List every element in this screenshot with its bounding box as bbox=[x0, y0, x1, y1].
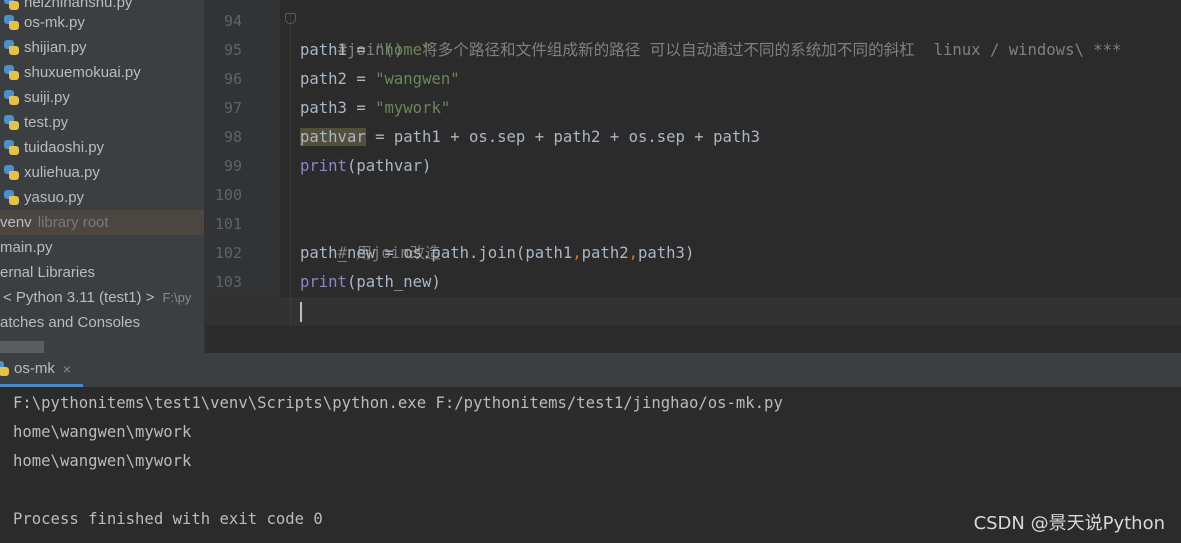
highlighted-variable: pathvar bbox=[300, 128, 366, 146]
expression: path_new = os.path.join(path1 bbox=[300, 244, 573, 262]
run-tool-window-header: os-mk × bbox=[0, 353, 1181, 387]
current-line-highlight bbox=[206, 297, 1181, 326]
string-literal: "wangwen" bbox=[375, 70, 460, 88]
code-editor[interactable]: #join() 将多个路径和文件组成新的路径 可以自动通过不同的系统加不同的斜杠… bbox=[206, 0, 1181, 353]
tree-item-label: xuliehua.py bbox=[24, 164, 100, 181]
python-file-icon bbox=[4, 139, 19, 156]
tree-item-label: tuidaoshi.py bbox=[24, 139, 105, 156]
library-root-hint: library root bbox=[37, 214, 109, 231]
tree-item-label: shijian.py bbox=[24, 39, 87, 56]
operator: = bbox=[346, 41, 376, 59]
console-line: home\wangwen\mywork bbox=[13, 452, 192, 470]
code-line-98[interactable]: pathvar = path1 + os.sep + path2 + os.se… bbox=[300, 123, 760, 152]
python-file-icon bbox=[4, 39, 19, 56]
console-line: home\wangwen\mywork bbox=[13, 423, 192, 441]
tree-item-label: yasuo.py bbox=[24, 189, 85, 206]
line-number: 97 bbox=[223, 99, 242, 117]
tree-item-main[interactable]: main.py bbox=[0, 235, 204, 260]
python-file-icon bbox=[4, 164, 19, 181]
variable: path3 bbox=[300, 99, 347, 117]
code-line-95[interactable]: path1 = "home" bbox=[300, 36, 431, 65]
operator: = bbox=[346, 99, 376, 117]
tree-item-python-sdk[interactable]: < Python 3.11 (test1) > F:\py bbox=[0, 285, 204, 310]
tree-item-label: suiji.py bbox=[24, 89, 70, 106]
tree-item-xuliehua[interactable]: xuliehua.py bbox=[0, 160, 204, 185]
run-tab-label: os-mk bbox=[14, 360, 55, 377]
code-line-103[interactable]: print(path_new) bbox=[300, 268, 441, 297]
code-line-97[interactable]: path3 = "mywork" bbox=[300, 94, 450, 123]
tree-item-scratches[interactable]: atches and Consoles bbox=[0, 310, 204, 335]
line-number: 101 bbox=[214, 215, 242, 233]
tree-item-shuxuemokuai[interactable]: shuxuemokuai.py bbox=[0, 60, 204, 85]
line-number: 99 bbox=[223, 157, 242, 175]
line-number: 103 bbox=[214, 273, 242, 291]
line-number: 100 bbox=[214, 186, 242, 204]
close-icon[interactable]: × bbox=[63, 361, 71, 377]
python-file-icon bbox=[4, 189, 19, 206]
line-number: 102 bbox=[214, 244, 242, 262]
tree-item-yasuo[interactable]: yasuo.py bbox=[0, 185, 204, 210]
tree-item-shijian[interactable]: shijian.py bbox=[0, 35, 204, 60]
tree-item-external-libraries[interactable]: ernal Libraries bbox=[0, 260, 204, 285]
tree-item-label: atches and Consoles bbox=[0, 314, 141, 331]
line-number: 94 bbox=[223, 12, 242, 30]
watermark: CSDN @景天说Python bbox=[973, 513, 1165, 534]
editor-bottom-area bbox=[206, 326, 1181, 353]
call-args: (path_new) bbox=[346, 273, 441, 291]
line-number: 95 bbox=[223, 41, 242, 59]
comma: , bbox=[572, 244, 582, 262]
variable: path1 bbox=[300, 41, 347, 59]
code-line-96[interactable]: path2 = "wangwen" bbox=[300, 65, 460, 94]
line-number: 98 bbox=[223, 128, 242, 146]
call-args: (pathvar) bbox=[346, 157, 432, 175]
code-line-99[interactable]: print(pathvar) bbox=[300, 152, 431, 181]
console-line: F:\pythonitems\test1\venv\Scripts\python… bbox=[13, 394, 783, 412]
operator: = bbox=[346, 70, 376, 88]
tree-item-test[interactable]: test.py bbox=[0, 110, 204, 135]
tree-item-os-mk[interactable]: os-mk.py bbox=[0, 10, 204, 35]
tree-item-label: venv bbox=[0, 214, 32, 231]
expression: = path1 + os.sep + path2 + os.sep + path… bbox=[365, 128, 761, 146]
python-file-icon bbox=[4, 114, 19, 131]
project-tree: heizhinanshu.py os-mk.py shijian.py shux… bbox=[0, 0, 204, 353]
string-literal: "home" bbox=[375, 41, 432, 59]
line-number: 96 bbox=[223, 70, 242, 88]
python-file-icon bbox=[4, 14, 19, 31]
code-line-102[interactable]: path_new = os.path.join(path1,path2,path… bbox=[300, 239, 694, 268]
sdk-path: F:\py bbox=[162, 290, 192, 305]
variable: path2 bbox=[300, 70, 347, 88]
tree-item-label: < Python 3.11 (test1) > bbox=[3, 289, 155, 306]
comma: , bbox=[628, 244, 638, 262]
tree-item-label: main.py bbox=[0, 239, 53, 256]
tree-item-label: shuxuemokuai.py bbox=[24, 64, 141, 81]
comment: #join() 将多个路径和文件组成新的路径 可以自动通过不同的系统加不同的斜杠… bbox=[337, 41, 1122, 59]
builtin-function: print bbox=[300, 157, 347, 175]
string-literal: "mywork" bbox=[375, 99, 451, 117]
tree-item-tuidaoshi[interactable]: tuidaoshi.py bbox=[0, 135, 204, 160]
console-line: Process finished with exit code 0 bbox=[13, 510, 323, 528]
fold-icon[interactable] bbox=[285, 13, 296, 24]
python-file-icon bbox=[4, 64, 19, 81]
python-file-icon bbox=[0, 360, 9, 377]
python-file-icon bbox=[4, 89, 19, 106]
tree-item-label: ernal Libraries bbox=[0, 264, 96, 281]
tree-item-label: os-mk.py bbox=[24, 14, 85, 31]
code-line-94[interactable]: #join() 将多个路径和文件组成新的路径 可以自动通过不同的系统加不同的斜杠… bbox=[300, 7, 1122, 59]
code-line-101[interactable]: # 用join改造 bbox=[300, 210, 441, 262]
tree-item-venv[interactable]: venv library root bbox=[0, 210, 204, 235]
argument: path3) bbox=[638, 244, 695, 262]
argument: path2 bbox=[581, 244, 629, 262]
run-tab-os-mk[interactable]: os-mk × bbox=[0, 353, 84, 387]
builtin-function: print bbox=[300, 273, 347, 291]
indent-guide bbox=[290, 15, 291, 325]
tree-item-suiji[interactable]: suiji.py bbox=[0, 85, 204, 110]
text-caret bbox=[300, 302, 302, 322]
tree-item-label: test.py bbox=[24, 114, 69, 131]
horizontal-scrollbar[interactable] bbox=[0, 341, 44, 353]
